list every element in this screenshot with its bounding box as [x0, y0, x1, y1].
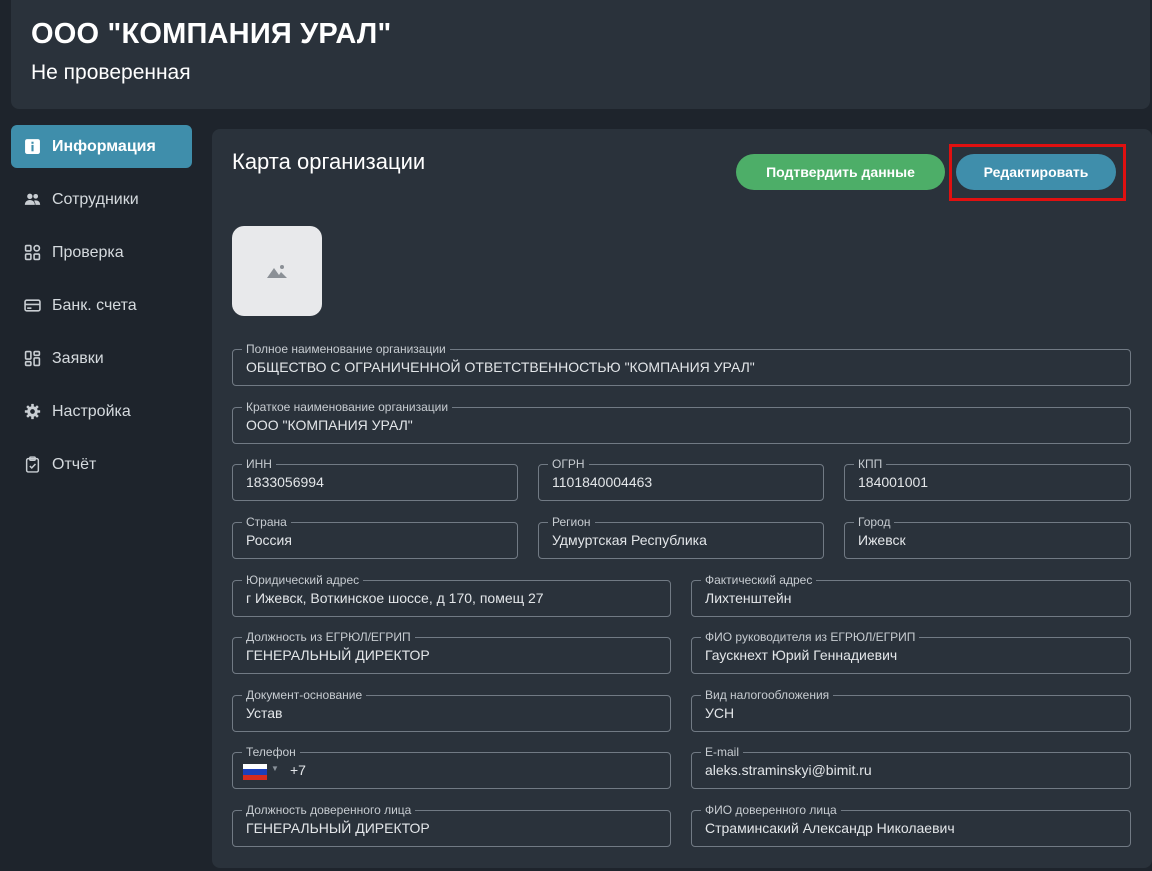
page-header: ООО "КОМПАНИЯ УРАЛ" Не проверенная — [11, 0, 1150, 109]
sidebar-item-report[interactable]: Отчёт — [11, 443, 192, 486]
field-label: ИНН — [242, 457, 276, 471]
verification-status: Не проверенная — [31, 61, 191, 84]
info-icon — [23, 138, 41, 156]
inn-field[interactable]: ИНН 1833056994 — [232, 457, 518, 501]
company-title: ООО "КОМПАНИЯ УРАЛ" — [31, 18, 392, 50]
city-field[interactable]: Город Ижевск — [844, 515, 1131, 559]
card-icon — [23, 297, 41, 315]
field-label: ФИО руководителя из ЕГРЮЛ/ЕГРИП — [701, 630, 920, 644]
field-value: Россия — [246, 532, 292, 548]
field-label: Вид налогообложения — [701, 688, 834, 702]
base-document-field[interactable]: Документ-основание Устав — [232, 688, 671, 732]
full-name-field[interactable]: Полное наименование организации ОБЩЕСТВО… — [232, 342, 1131, 386]
field-value: ГЕНЕРАЛЬНЫЙ ДИРЕКТОР — [246, 820, 430, 836]
short-name-field[interactable]: Краткое наименование организации ООО "КО… — [232, 400, 1131, 444]
card-title: Карта организации — [232, 149, 426, 174]
dropdown-caret-icon[interactable]: ▼ — [271, 764, 279, 773]
sidebar-item-requests[interactable]: Заявки — [11, 337, 192, 380]
sidebar-item-label: Банк. счета — [52, 296, 137, 314]
tax-type-field[interactable]: Вид налогообложения УСН — [691, 688, 1131, 732]
position-egrul-field[interactable]: Должность из ЕГРЮЛ/ЕГРИП ГЕНЕРАЛЬНЫЙ ДИР… — [232, 630, 671, 674]
field-label: ФИО доверенного лица — [701, 803, 841, 817]
field-label: Юридический адрес — [242, 573, 364, 587]
actual-address-field[interactable]: Фактический адрес Лихтенштейн — [691, 573, 1131, 617]
requests-icon — [23, 350, 41, 368]
field-label: КПП — [854, 457, 887, 471]
clipboard-icon — [23, 456, 41, 474]
field-value: Лихтенштейн — [705, 590, 792, 606]
field-value: ООО "КОМПАНИЯ УРАЛ" — [246, 417, 413, 433]
field-value: г Ижевск, Воткинское шоссе, д 170, помещ… — [246, 590, 544, 606]
field-value: Гаускнехт Юрий Геннадиевич — [705, 647, 898, 663]
kpp-field[interactable]: КПП 184001001 — [844, 457, 1131, 501]
field-label: Страна — [242, 515, 291, 529]
gear-icon — [23, 403, 41, 421]
check-grid-icon — [23, 244, 41, 262]
sidebar-item-settings[interactable]: Настройка — [11, 390, 192, 433]
field-label: Город — [854, 515, 895, 529]
sidebar-item-employees[interactable]: Сотрудники — [11, 178, 192, 221]
sidebar-item-info[interactable]: Информация — [11, 125, 192, 168]
field-label: Должность доверенного лица — [242, 803, 416, 817]
sidebar-item-label: Информация — [52, 137, 156, 155]
organization-logo[interactable] — [232, 226, 322, 316]
field-label: Регион — [548, 515, 595, 529]
field-value: УСН — [705, 705, 735, 721]
field-label: ОГРН — [548, 457, 589, 471]
russia-flag-icon[interactable] — [243, 764, 267, 780]
image-placeholder-icon — [267, 265, 287, 278]
users-icon — [23, 191, 41, 209]
phone-field[interactable]: Телефон ▼ +7 — [232, 745, 671, 789]
edit-button-highlight — [949, 144, 1126, 201]
organization-card: Карта организации Подтвердить данные Ред… — [212, 129, 1152, 868]
region-field[interactable]: Регион Удмуртская Республика — [538, 515, 824, 559]
email-field[interactable]: E-mail aleks.straminskyi@bimit.ru — [691, 745, 1131, 789]
field-value: Ижевск — [858, 532, 906, 548]
field-value: ГЕНЕРАЛЬНЫЙ ДИРЕКТОР — [246, 647, 430, 663]
field-value: Страминсакий Александр Николаевич — [705, 820, 955, 836]
field-label: E-mail — [701, 745, 744, 759]
field-value: Удмуртская Республика — [552, 532, 707, 548]
sidebar-item-label: Сотрудники — [52, 190, 139, 208]
field-label: Должность из ЕГРЮЛ/ЕГРИП — [242, 630, 415, 644]
phone-value: +7 — [290, 762, 306, 778]
field-value: Устав — [246, 705, 283, 721]
field-value: 1101840004463 — [552, 474, 653, 490]
field-label: Фактический адрес — [701, 573, 817, 587]
legal-address-field[interactable]: Юридический адрес г Ижевск, Воткинское ш… — [232, 573, 671, 617]
field-value: aleks.straminskyi@bimit.ru — [705, 762, 872, 778]
sidebar-item-label: Заявки — [52, 349, 104, 367]
proxy-name-field[interactable]: ФИО доверенного лица Страминсакий Алекса… — [691, 803, 1131, 847]
head-name-egrul-field[interactable]: ФИО руководителя из ЕГРЮЛ/ЕГРИП Гаускнех… — [691, 630, 1131, 674]
sidebar-item-bank-accounts[interactable]: Банк. счета — [11, 284, 192, 327]
ogrn-field[interactable]: ОГРН 1101840004463 — [538, 457, 824, 501]
field-value: 184001001 — [858, 474, 929, 490]
sidebar-item-label: Проверка — [52, 243, 124, 261]
sidebar: Информация Сотрудники Проверка Банк. сче… — [11, 125, 192, 496]
country-field[interactable]: Страна Россия — [232, 515, 518, 559]
field-label: Краткое наименование организации — [242, 400, 453, 414]
field-value: ОБЩЕСТВО С ОГРАНИЧЕННОЙ ОТВЕТСТВЕННОСТЬЮ… — [246, 359, 755, 375]
confirm-data-button[interactable]: Подтвердить данные — [736, 154, 945, 190]
sidebar-item-label: Отчёт — [52, 455, 97, 473]
sidebar-item-label: Настройка — [52, 402, 131, 420]
proxy-position-field[interactable]: Должность доверенного лица ГЕНЕРАЛЬНЫЙ Д… — [232, 803, 671, 847]
field-label: Документ-основание — [242, 688, 367, 702]
sidebar-item-check[interactable]: Проверка — [11, 231, 192, 274]
field-label: Телефон — [242, 745, 300, 759]
field-label: Полное наименование организации — [242, 342, 450, 356]
field-value: 1833056994 — [246, 474, 324, 490]
